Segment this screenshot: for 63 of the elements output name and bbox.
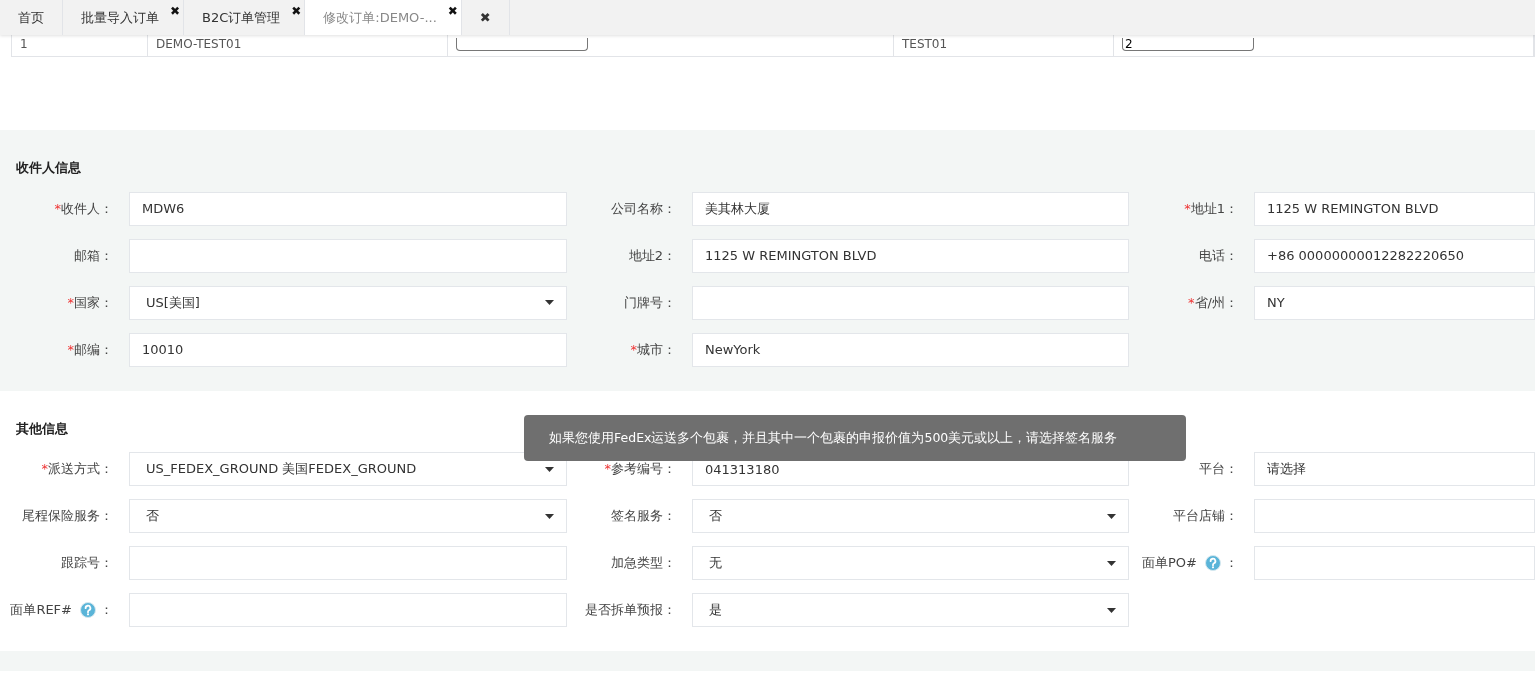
- field-label: *收件人：: [54, 199, 113, 218]
- field-label: 公司名称：: [611, 199, 676, 218]
- input-field[interactable]: 请选择: [1254, 452, 1535, 486]
- section-title: 收件人信息: [16, 159, 81, 177]
- close-icon[interactable]: ✖: [291, 2, 302, 20]
- field-label: 尾程保险服务：: [22, 507, 113, 526]
- input-field[interactable]: [456, 38, 588, 51]
- field-label: 面单REF#: [10, 601, 72, 620]
- caret-icon: [1107, 560, 1116, 566]
- select-field[interactable]: 无: [692, 546, 1129, 580]
- field-label: *派送方式：: [41, 460, 113, 479]
- tooltip: 如果您使用FedEx运送多个包裹，并且其中一个包裹的申报价值为500美元或以上，请选择签名服务: [524, 415, 1186, 461]
- field-label: 邮箱：: [74, 246, 113, 265]
- select-field[interactable]: 否: [129, 499, 567, 533]
- colon-text: ：: [1225, 554, 1238, 573]
- caret-icon: [545, 300, 554, 305]
- help-icon[interactable]: [1205, 555, 1221, 571]
- field-label: 签名服务：: [611, 507, 676, 526]
- field-label: 电话：: [1199, 246, 1238, 265]
- tab[interactable]: B2C订单管理 ✖: [184, 0, 306, 35]
- select-field[interactable]: US_FEDEX_GROUND 美国FEDEX_GROUND: [129, 452, 567, 486]
- tab[interactable]: 首页: [0, 0, 63, 35]
- field-label: 跟踪号：: [61, 554, 113, 573]
- caret-icon: [1107, 607, 1116, 613]
- help-icon[interactable]: [80, 602, 96, 618]
- input-field[interactable]: 2: [1122, 38, 1254, 51]
- field-label: *邮编：: [67, 340, 113, 359]
- select-field[interactable]: 是: [692, 593, 1129, 627]
- close-icon[interactable]: ✖: [447, 2, 458, 20]
- input-field[interactable]: 美其林大厦: [692, 191, 1129, 226]
- close-icon[interactable]: ✖: [169, 2, 180, 20]
- section-title: 其他信息: [16, 419, 68, 438]
- field-label: 是否拆单预报：: [585, 601, 676, 620]
- input-field[interactable]: NewYork: [692, 332, 1129, 367]
- tab[interactable]: 批量导入订单 ✖: [63, 0, 184, 35]
- colon-text: ：: [100, 601, 113, 620]
- input-field[interactable]: 1125 W REMINGTON BLVD: [692, 238, 1129, 273]
- field-label: *参考编号：: [604, 460, 676, 479]
- field-label: 门牌号：: [624, 293, 676, 312]
- caret-icon: [1107, 513, 1116, 519]
- tab[interactable]: ✖: [461, 0, 510, 35]
- caret-icon: [545, 513, 554, 519]
- input-field[interactable]: +86 00000000012282220650: [1254, 238, 1535, 273]
- field-label: 加急类型：: [611, 554, 676, 573]
- field-label: 平台店铺：: [1173, 507, 1238, 526]
- field-label: 平台：: [1199, 460, 1238, 479]
- input-field[interactable]: MDW6: [129, 191, 567, 226]
- field-label: *省/州：: [1188, 293, 1238, 312]
- select-field[interactable]: 否: [692, 499, 1129, 533]
- caret-icon: [545, 466, 554, 472]
- input-field[interactable]: 1125 W REMINGTON BLVD: [1254, 191, 1535, 226]
- input-field[interactable]: NY: [1254, 285, 1535, 320]
- select-field[interactable]: US[美国]: [129, 285, 567, 320]
- tab[interactable]: 修改订单:DEMO-... ✖: [305, 0, 462, 35]
- field-label: 地址2：: [628, 246, 676, 265]
- field-label: *城市：: [630, 340, 676, 359]
- field-label: *地址1：: [1184, 199, 1238, 218]
- input-field[interactable]: 10010: [129, 332, 567, 367]
- table-cell: TEST01: [902, 37, 948, 51]
- field-label: 面单PO#: [1142, 554, 1197, 573]
- table-cell: DEMO-TEST01: [156, 37, 242, 51]
- table-cell: 1: [20, 37, 28, 51]
- field-label: *国家：: [67, 293, 113, 312]
